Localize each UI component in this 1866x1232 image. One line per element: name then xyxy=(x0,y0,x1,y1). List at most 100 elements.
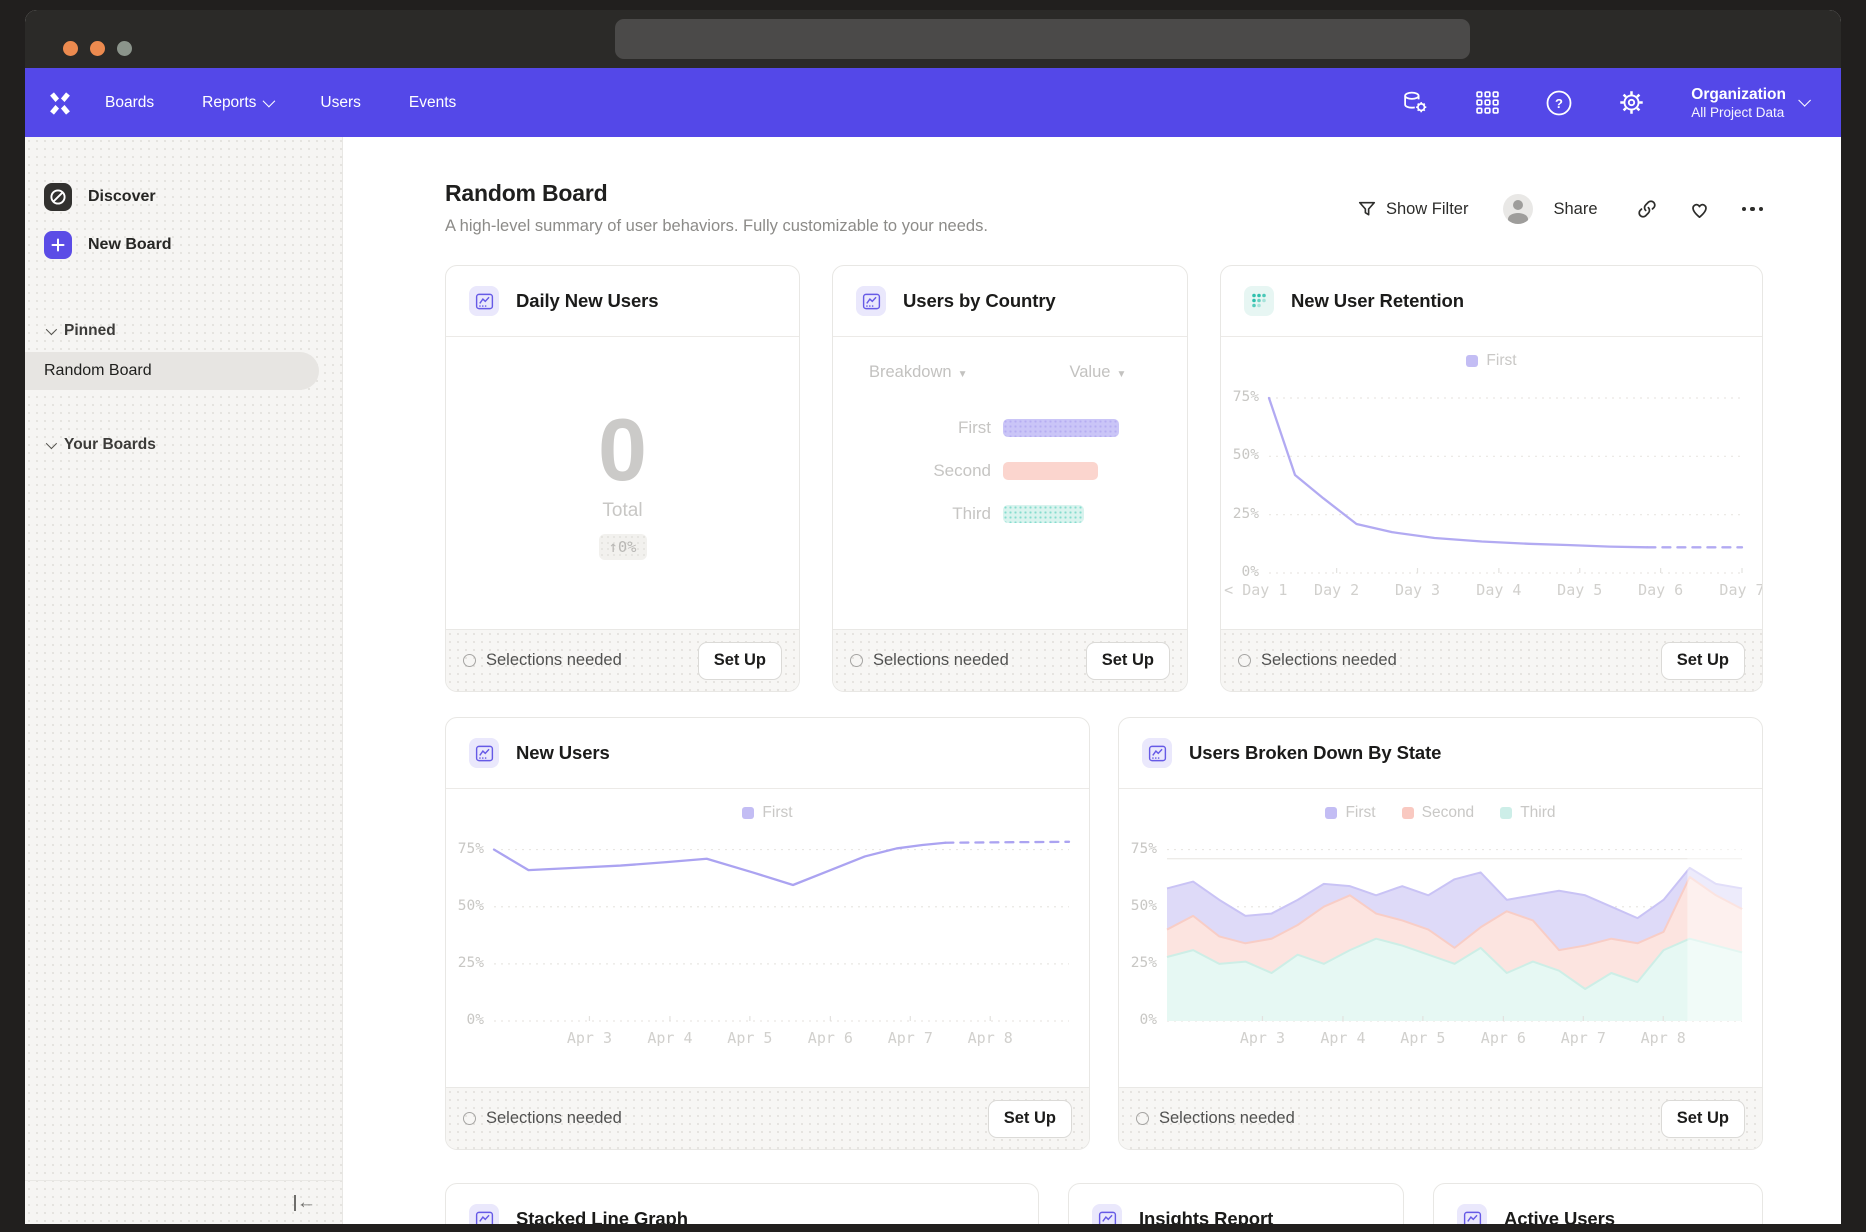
card-header: New User Retention xyxy=(1221,266,1762,337)
status-text: Selections needed xyxy=(486,651,622,670)
x-tick-label: Apr 7 xyxy=(888,1029,933,1047)
y-tick-label: 25% xyxy=(458,955,484,971)
set-up-button[interactable]: Set Up xyxy=(1661,1100,1745,1138)
card-title: New Users xyxy=(516,742,610,764)
x-tick-label: Day 3 xyxy=(1395,581,1440,599)
status-text: Selections needed xyxy=(486,1109,622,1128)
card-footer: Selections needed Set Up xyxy=(1221,629,1762,691)
y-tick-label: 0% xyxy=(467,1012,484,1028)
row-label: Third xyxy=(833,504,991,524)
share-button[interactable]: Share xyxy=(1553,200,1597,219)
state-area-chart: 75%50%25%0% Apr 3Apr 4Apr 5Apr 6Apr 7Apr… xyxy=(1119,829,1762,1055)
sidebar-section-pinned[interactable]: Pinned xyxy=(46,322,342,340)
x-tick-label: Apr 3 xyxy=(1240,1029,1285,1047)
status-circle-icon xyxy=(850,654,863,667)
card-header: New Users xyxy=(446,718,1089,789)
x-tick-label: Apr 7 xyxy=(1561,1029,1606,1047)
column-header-value[interactable]: Value▼ xyxy=(1069,363,1126,382)
card-title: Active Users xyxy=(1504,1208,1615,1224)
url-pill[interactable] xyxy=(615,19,1470,59)
sidebar: Discover New Board Pinned Random Board xyxy=(25,137,343,1224)
card-title: Users Broken Down By State xyxy=(1189,742,1441,764)
x-tick-label: Apr 6 xyxy=(1481,1029,1526,1047)
collapse-sidebar-button[interactable]: ← xyxy=(294,1192,316,1214)
bar-second xyxy=(1003,462,1098,480)
sidebar-section-your-boards[interactable]: Your Boards xyxy=(46,436,342,454)
data-management-icon[interactable] xyxy=(1401,89,1429,117)
status-circle-icon xyxy=(1136,1112,1149,1125)
nav-item-users[interactable]: Users xyxy=(320,94,360,112)
mixpanel-logo-icon[interactable] xyxy=(45,88,75,118)
plus-icon xyxy=(44,231,72,259)
card-header: Daily New Users xyxy=(446,266,799,337)
card-footer: Selections needed Set Up xyxy=(1119,1087,1762,1149)
apps-grid-icon[interactable] xyxy=(1473,89,1501,117)
x-tick-label: Apr 6 xyxy=(808,1029,853,1047)
card-header: Users by Country xyxy=(833,266,1187,337)
status-text: Selections needed xyxy=(1159,1109,1295,1128)
chevron-down-icon xyxy=(46,324,57,335)
card-title: New User Retention xyxy=(1291,290,1464,312)
bar-third xyxy=(1003,505,1084,523)
column-header-breakdown[interactable]: Breakdown▼ xyxy=(869,363,967,382)
copy-link-icon[interactable] xyxy=(1636,198,1658,220)
status-circle-icon xyxy=(1238,654,1251,667)
nav-item-events[interactable]: Events xyxy=(409,94,456,112)
page-subtitle: A high-level summary of user behaviors. … xyxy=(445,217,988,236)
sidebar-item-discover[interactable]: Discover xyxy=(44,183,342,211)
status-circle-icon xyxy=(463,654,476,667)
row-label: First xyxy=(833,418,991,438)
card-users-by-country: Users by Country Breakdown▼ Value▼ First xyxy=(832,265,1188,692)
avatar[interactable] xyxy=(1503,194,1533,224)
bar-first xyxy=(1003,419,1119,437)
card-title: Insights Report xyxy=(1139,1208,1273,1224)
card-footer: Selections needed Set Up xyxy=(833,629,1187,691)
y-tick-label: 75% xyxy=(458,841,484,857)
card-title: Stacked Line Graph xyxy=(516,1208,688,1224)
card-stacked-line-graph: Stacked Line Graph xyxy=(445,1183,1039,1224)
set-up-button[interactable]: Set Up xyxy=(698,642,782,680)
sidebar-pinned-label: Pinned xyxy=(64,322,116,340)
legend-label: Second xyxy=(1422,804,1475,822)
status-text: Selections needed xyxy=(873,651,1009,670)
x-tick-label: Apr 3 xyxy=(567,1029,612,1047)
y-tick-label: 75% xyxy=(1131,841,1157,857)
window-close-button[interactable] xyxy=(63,41,78,56)
nav-item-reports[interactable]: Reports xyxy=(202,94,272,112)
help-icon[interactable]: ? xyxy=(1545,89,1573,117)
set-up-button[interactable]: Set Up xyxy=(1661,642,1745,680)
show-filter-button[interactable]: Show Filter xyxy=(1386,200,1469,219)
chevron-down-icon: ▼ xyxy=(1116,369,1126,380)
sidebar-discover-label: Discover xyxy=(88,188,156,206)
sidebar-random-board-label: Random Board xyxy=(44,362,152,380)
favorite-heart-icon[interactable] xyxy=(1688,198,1711,221)
set-up-button[interactable]: Set Up xyxy=(988,1100,1072,1138)
x-tick-label: Apr 4 xyxy=(647,1029,692,1047)
line-chart-icon xyxy=(469,1204,499,1224)
nav-links: Boards Reports Users Events xyxy=(105,94,456,112)
main-content: Random Board A high-level summary of use… xyxy=(343,137,1841,1224)
card-header: Active Users xyxy=(1434,1184,1762,1224)
legend-label: First xyxy=(1345,804,1375,822)
card-new-users: New Users First 75%50%25%0% Apr 3Apr 4Ap… xyxy=(445,717,1090,1150)
sidebar-item-random-board[interactable]: Random Board xyxy=(25,352,319,390)
y-tick-label: 25% xyxy=(1131,955,1157,971)
x-tick-label: Apr 8 xyxy=(1641,1029,1686,1047)
more-options-icon[interactable] xyxy=(1742,207,1764,212)
legend-label: Third xyxy=(1520,804,1555,822)
card-header: Insights Report xyxy=(1069,1184,1403,1224)
top-nav: Boards Reports Users Events Search ⌘ + K xyxy=(25,68,1841,137)
window-zoom-button[interactable] xyxy=(117,41,132,56)
sidebar-item-new-board[interactable]: New Board xyxy=(44,231,342,259)
set-up-button[interactable]: Set Up xyxy=(1086,642,1170,680)
nav-item-users-label: Users xyxy=(320,94,360,112)
titlebar xyxy=(25,10,1841,68)
filter-funnel-icon xyxy=(1357,199,1377,219)
nav-item-boards[interactable]: Boards xyxy=(105,94,154,112)
org-switcher[interactable]: Organization All Project Data xyxy=(1691,85,1807,119)
x-tick-label: Day 5 xyxy=(1557,581,1602,599)
sidebar-footer: ← xyxy=(25,1180,342,1224)
chevron-down-icon xyxy=(46,438,57,449)
settings-gear-icon[interactable] xyxy=(1617,89,1645,117)
window-minimize-button[interactable] xyxy=(90,41,105,56)
